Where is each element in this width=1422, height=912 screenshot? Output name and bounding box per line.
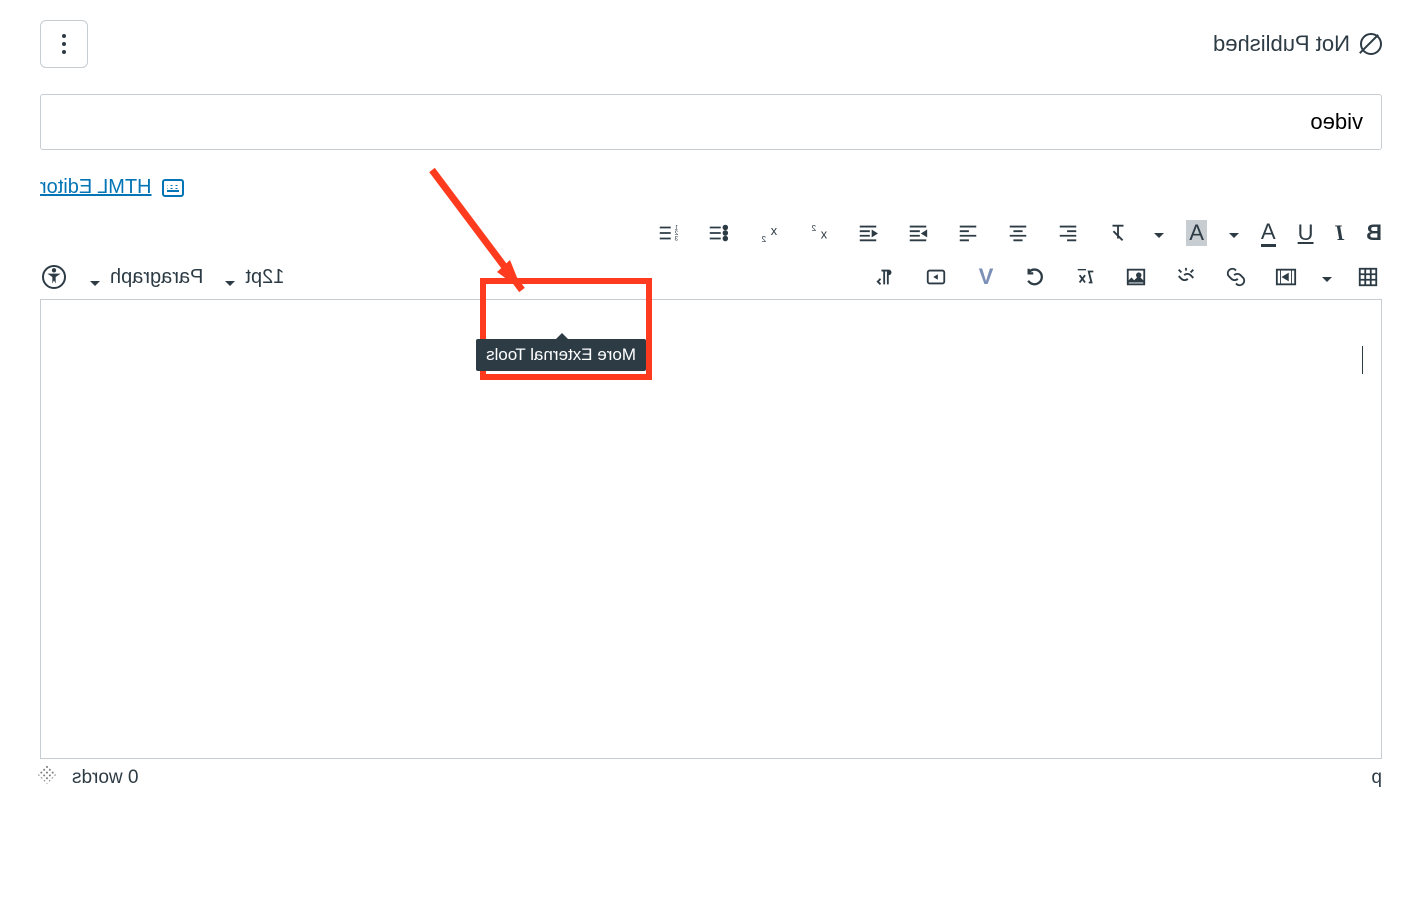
external-tool-v-button[interactable]: V	[972, 263, 1000, 291]
resize-handle-icon[interactable]	[37, 764, 57, 784]
accessibility-checker-button[interactable]	[40, 263, 68, 291]
italic-button[interactable]: I	[1336, 219, 1345, 247]
svg-text:2: 2	[811, 224, 816, 233]
highlight-button[interactable]: A	[1186, 219, 1207, 247]
text-caret	[1362, 346, 1363, 374]
rce-toolbar: B I U A A x2 x2 123	[40, 211, 1382, 299]
accessibility-icon	[42, 265, 66, 289]
toolbar-row-2: V 12pt Paragraph	[40, 255, 1382, 299]
align-center-button[interactable]	[1004, 219, 1032, 247]
publish-status: Not Published	[1213, 31, 1382, 57]
font-size-dropdown[interactable]: 12pt	[225, 266, 284, 289]
not-published-icon	[1360, 33, 1382, 55]
editor-statusbar: p 0 words	[40, 767, 1382, 789]
editor-switch-row: HTML Editor	[40, 176, 1382, 199]
text-color-caret-icon[interactable]	[1229, 228, 1239, 238]
underline-button[interactable]: U	[1298, 219, 1314, 247]
superscript-button[interactable]: x2	[804, 219, 832, 247]
outdent-button[interactable]	[854, 219, 882, 247]
svg-text:3: 3	[674, 235, 678, 242]
subscript-button[interactable]: x2	[754, 219, 782, 247]
table-button[interactable]	[1354, 263, 1382, 291]
element-path[interactable]: p	[1371, 767, 1382, 789]
chevron-down-icon	[90, 272, 100, 282]
header-row: Not Published	[40, 20, 1382, 68]
svg-text:x: x	[770, 223, 777, 238]
text-direction-button[interactable]	[872, 263, 900, 291]
word-count: 0 words	[72, 767, 139, 789]
align-left-button[interactable]	[1054, 219, 1082, 247]
external-tool-play-button[interactable]	[922, 263, 950, 291]
bold-button[interactable]: B	[1366, 219, 1382, 247]
embed-button[interactable]	[1022, 263, 1050, 291]
more-options-button[interactable]	[40, 20, 88, 68]
text-color-button[interactable]: A	[1261, 219, 1276, 247]
toolbar-row-1: B I U A A x2 x2 123	[40, 211, 1382, 255]
keyboard-icon	[162, 179, 184, 197]
image-button[interactable]	[1122, 263, 1150, 291]
insert-media-button[interactable]	[1272, 263, 1300, 291]
paragraph-format-dropdown[interactable]: Paragraph	[90, 266, 203, 289]
page-title-input[interactable]	[40, 94, 1382, 150]
editor-content-area[interactable]	[40, 299, 1382, 759]
align-right-button[interactable]	[954, 219, 982, 247]
chevron-down-icon	[225, 272, 235, 282]
highlight-caret-icon[interactable]	[1154, 228, 1164, 238]
indent-button[interactable]	[904, 219, 932, 247]
svg-text:x: x	[820, 227, 827, 242]
unlink-button[interactable]	[1172, 263, 1200, 291]
clear-formatting-button[interactable]	[1104, 219, 1132, 247]
table-caret-icon[interactable]	[1322, 272, 1332, 282]
numbered-list-button[interactable]: 123	[654, 219, 682, 247]
html-editor-link[interactable]: HTML Editor	[40, 176, 152, 199]
publish-status-label: Not Published	[1213, 31, 1350, 57]
bullet-list-button[interactable]	[704, 219, 732, 247]
equation-button[interactable]	[1072, 263, 1100, 291]
svg-text:2: 2	[761, 235, 766, 244]
link-button[interactable]	[1222, 263, 1250, 291]
